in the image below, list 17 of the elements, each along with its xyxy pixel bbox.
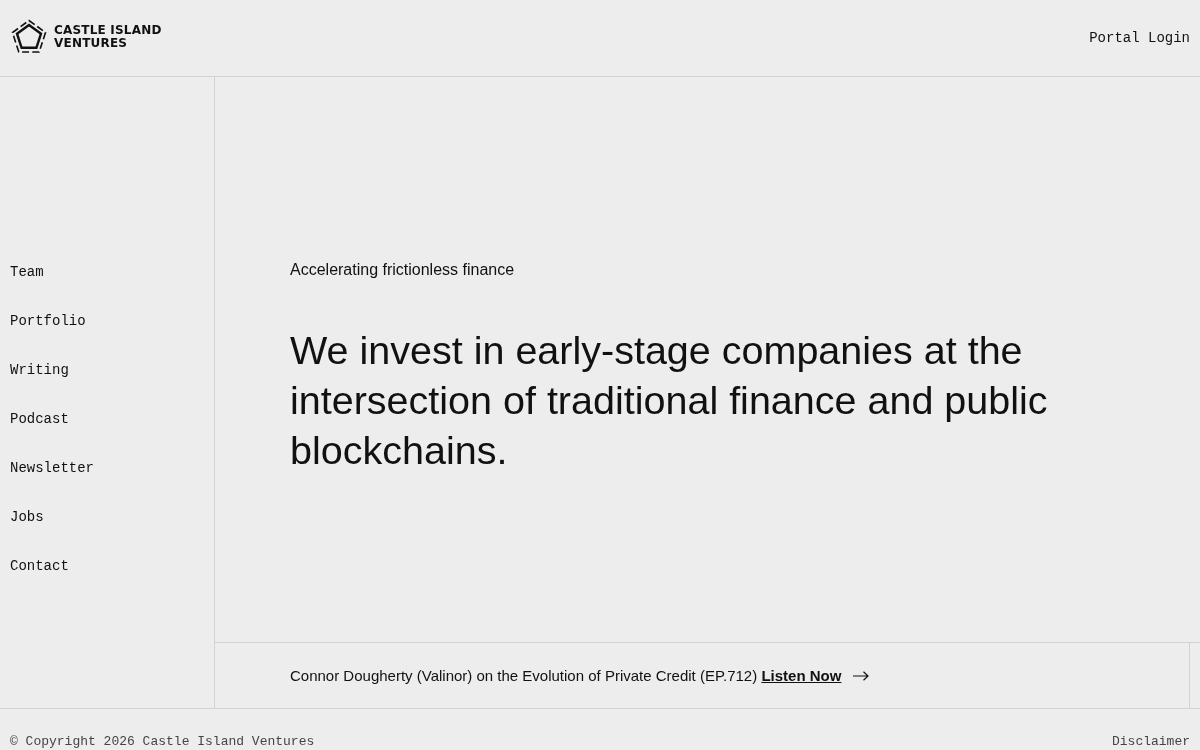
nav-link[interactable]: Contact xyxy=(10,557,69,576)
hero-headline: We invest in early-stage companies at the intersection of traditional finance and public blockchains. xyxy=(290,327,1049,474)
tagline: Accelerating frictionless finance xyxy=(290,260,516,280)
copyright-text: © Copyright 2026 Castle Island Ventures xyxy=(10,734,315,750)
nav-link[interactable]: Team xyxy=(10,263,44,282)
nav-link[interactable]: Jobs xyxy=(10,508,44,527)
episode-announcement: Connor Dougherty (Valinor) on the Evolution of Private Credit (EP.712) Listen Now xyxy=(290,665,842,686)
portal-login-link[interactable]: Portal Login xyxy=(1089,30,1190,46)
listen-now-link[interactable]: Listen Now xyxy=(761,666,842,684)
nav-link[interactable]: Podcast xyxy=(10,410,69,429)
logo-wordmark[interactable]: CASTLE ISLAND VENTURES xyxy=(54,24,162,50)
nav-link[interactable]: Writing xyxy=(10,361,69,380)
nav-link[interactable]: Portfolio xyxy=(10,312,86,331)
disclaimer-link[interactable]: Disclaimer xyxy=(1112,734,1190,750)
nav-link[interactable]: Newsletter xyxy=(10,459,94,478)
pentagon-logo-icon xyxy=(10,18,48,56)
right-arrow-icon[interactable] xyxy=(853,671,870,681)
